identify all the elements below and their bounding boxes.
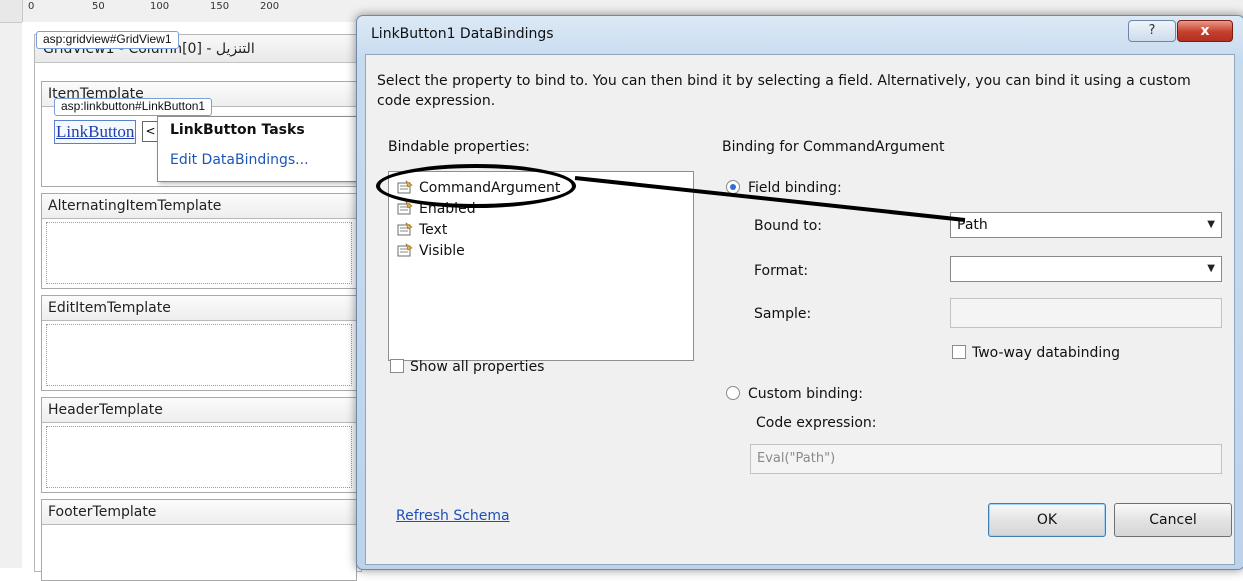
code-expression-label: Code expression:: [756, 415, 877, 431]
dropdown-arrow-icon[interactable]: ▼: [1207, 257, 1215, 281]
radio-unselected[interactable]: [726, 386, 740, 400]
sample-field: [950, 298, 1222, 328]
template-header: FooterTemplate: [42, 500, 356, 525]
edit-item-template[interactable]: EditItemTemplate: [41, 295, 357, 391]
ruler-corner: [0, 0, 23, 23]
show-all-properties-checkbox[interactable]: Show all properties: [390, 359, 544, 375]
property-label: Text: [419, 222, 448, 238]
bound-to-value: Path: [957, 217, 988, 233]
property-icon: [397, 222, 413, 236]
footer-template[interactable]: FooterTemplate: [41, 499, 357, 581]
template-header: AlternatingItemTemplate: [42, 194, 356, 219]
template-body[interactable]: [46, 426, 352, 488]
annotation-ellipse: [376, 164, 576, 208]
alternating-item-template[interactable]: AlternatingItemTemplate: [41, 193, 357, 289]
template-body[interactable]: [46, 222, 352, 284]
property-item-text[interactable]: Text: [397, 220, 447, 240]
ruler-number: 150: [210, 1, 230, 12]
ruler-number: 50: [92, 1, 105, 12]
databindings-dialog: LinkButton1 DataBindings ? x Select the …: [356, 15, 1243, 570]
dropdown-arrow-icon[interactable]: ▼: [1207, 213, 1215, 237]
ok-button[interactable]: OK: [988, 503, 1106, 537]
template-header: EditItemTemplate: [42, 296, 356, 321]
bound-to-label: Bound to:: [754, 218, 823, 234]
property-icon: [397, 201, 413, 215]
template-body[interactable]: [46, 324, 352, 386]
radio-selected[interactable]: [726, 180, 740, 194]
ruler-number: 200: [260, 1, 280, 12]
custom-binding-radio[interactable]: Custom binding:: [726, 386, 863, 402]
field-binding-radio[interactable]: Field binding:: [726, 180, 842, 196]
tasks-panel-title: LinkButton Tasks: [170, 122, 305, 138]
two-way-databinding-checkbox[interactable]: Two-way databinding: [952, 345, 1120, 361]
property-label: Visible: [419, 243, 465, 259]
sample-label: Sample:: [754, 306, 812, 322]
edit-databindings-link[interactable]: Edit DataBindings...: [170, 152, 309, 168]
header-template[interactable]: HeaderTemplate: [41, 397, 357, 493]
linkbutton-tasks-panel: LinkButton Tasks Edit DataBindings...: [157, 116, 359, 182]
checkbox-box[interactable]: [952, 345, 966, 359]
refresh-schema-link[interactable]: Refresh Schema: [396, 508, 510, 524]
linkbutton-control[interactable]: LinkButton: [54, 120, 137, 144]
format-label: Format:: [754, 263, 809, 279]
template-header: HeaderTemplate: [42, 398, 356, 423]
bindable-properties-label: Bindable properties:: [388, 139, 530, 155]
property-item-visible[interactable]: Visible: [397, 241, 465, 261]
dialog-content: Select the property to bind to. You can …: [365, 54, 1235, 565]
show-all-label: Show all properties: [410, 359, 545, 375]
gridview-tag-label: asp:gridview#GridView1: [36, 31, 179, 49]
instructions-text: Select the property to bind to. You can …: [377, 73, 1191, 109]
linkbutton-tag-label: asp:linkbutton#LinkButton1: [54, 98, 213, 116]
bound-to-dropdown[interactable]: Path ▼: [950, 212, 1222, 238]
format-dropdown[interactable]: ▼: [950, 256, 1222, 282]
close-button[interactable]: x: [1177, 20, 1233, 42]
help-button[interactable]: ?: [1128, 20, 1176, 42]
property-icon: [397, 243, 413, 257]
field-binding-label: Field binding:: [748, 180, 842, 196]
code-expression-field: Eval("Path"): [750, 444, 1222, 474]
custom-binding-label: Custom binding:: [748, 386, 863, 402]
dialog-title: LinkButton1 DataBindings: [371, 26, 554, 42]
two-way-label: Two-way databinding: [972, 345, 1121, 361]
ruler-number: 0: [28, 1, 35, 12]
checkbox-box[interactable]: [390, 359, 404, 373]
ruler-number: 100: [150, 1, 170, 12]
vertical-ruler: [0, 22, 23, 568]
cancel-button[interactable]: Cancel: [1114, 503, 1232, 537]
binding-for-label: Binding for CommandArgument: [722, 139, 945, 155]
